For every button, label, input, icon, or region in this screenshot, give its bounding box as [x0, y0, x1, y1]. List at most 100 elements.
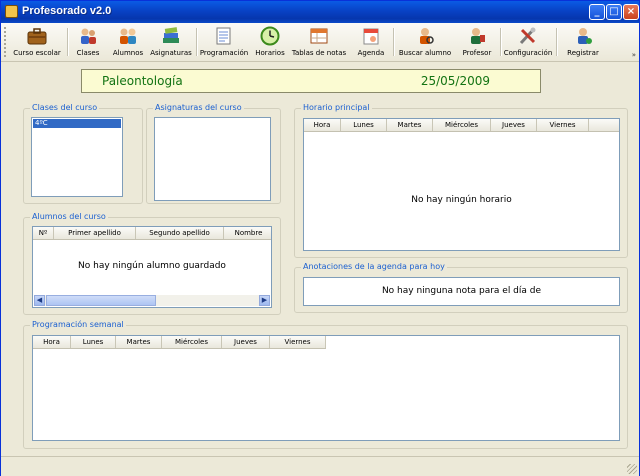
toolbar-label: Agenda — [357, 49, 385, 57]
toolbar-clases-button[interactable]: Clases — [71, 24, 105, 60]
status-bar — [1, 456, 639, 476]
toolbar-label: Horarios — [255, 49, 285, 57]
programacion-col-jueves[interactable]: Jueves — [222, 336, 270, 348]
programacion-col-viernes[interactable]: Viernes — [270, 336, 326, 348]
alumnos-horizontal-scrollbar[interactable]: ◀ ▶ — [34, 295, 270, 306]
toolbar-curso-escolar-button[interactable]: Curso escolar — [11, 24, 63, 60]
toolbar-label: Programación — [199, 49, 249, 57]
toolbar-grip[interactable] — [4, 27, 9, 57]
asignaturas-list[interactable] — [154, 117, 271, 201]
toolbar-buscar-alumno-button[interactable]: Buscar alumno — [397, 24, 453, 60]
toolbar-profesor-button[interactable]: Profesor — [457, 24, 497, 60]
maximize-button[interactable]: □ — [606, 4, 622, 20]
window-title: Profesorado v2.0 — [22, 5, 112, 17]
horario-col-viernes[interactable]: Viernes — [537, 119, 589, 131]
programacion-col-lunes[interactable]: Lunes — [71, 336, 116, 348]
toolbar-label: Registrar — [567, 49, 599, 57]
toolbar-programacion-button[interactable]: Programación — [199, 24, 249, 60]
toolbar-separator — [556, 28, 558, 56]
horario-col-martes[interactable]: Martes — [387, 119, 433, 131]
toolbar-separator — [67, 28, 69, 56]
resize-grip[interactable] — [627, 464, 637, 474]
minimize-button[interactable]: _ — [589, 4, 605, 20]
programacion-table[interactable]: Hora Lunes Martes Miércoles Jueves Viern… — [32, 335, 620, 441]
scroll-right-arrow-icon[interactable]: ▶ — [259, 295, 270, 306]
toolbar-label: Tablas de notas — [291, 49, 347, 57]
toolbar-horarios-button[interactable]: Horarios — [253, 24, 287, 60]
clases-group: Clases del curso 4ºC — [23, 103, 143, 204]
search-student-icon — [420, 28, 434, 44]
horario-col-jueves[interactable]: Jueves — [491, 119, 537, 131]
toolbar-agenda-button[interactable]: Agenda — [353, 24, 389, 60]
toolbar-alumnos-button[interactable]: Alumnos — [109, 24, 147, 60]
alumnos-col-nombre[interactable]: Nombre — [224, 227, 271, 239]
students-icon — [120, 28, 136, 44]
toolbar-overflow-chevron[interactable]: » — [632, 51, 636, 59]
alumnos-col-primer-apellido[interactable]: Primer apellido — [54, 227, 136, 239]
toolbar-configuracion-button[interactable]: Configuración — [503, 24, 553, 60]
programacion-table-header: Hora Lunes Martes Miércoles Jueves Viern… — [33, 336, 326, 349]
toolbar-label: Alumnos — [112, 49, 144, 57]
clase-list-item[interactable]: 4ºC — [33, 119, 121, 128]
alumnos-col-segundo-apellido[interactable]: Segundo apellido — [136, 227, 224, 239]
horario-group: Horario principal Hora Lunes Martes Miér… — [294, 103, 628, 258]
asignaturas-group: Asignaturas del curso — [146, 103, 281, 204]
toolbar-label: Curso escolar — [13, 49, 61, 57]
scroll-left-arrow-icon[interactable]: ◀ — [34, 295, 45, 306]
toolbar-tablas-de-notas-button[interactable]: Tablas de notas — [291, 24, 347, 60]
clases-legend: Clases del curso — [30, 103, 100, 112]
main-toolbar: Curso escolar Clases Alumnos Asignaturas… — [1, 23, 639, 62]
clases-list[interactable]: 4ºC — [31, 117, 123, 197]
scroll-thumb[interactable] — [46, 295, 156, 306]
briefcase-icon — [27, 28, 47, 45]
grades-table-icon — [310, 28, 328, 44]
clock-icon — [260, 26, 280, 46]
class-group-icon — [81, 28, 96, 44]
horario-col-lunes[interactable]: Lunes — [341, 119, 387, 131]
horario-col-hora[interactable]: Hora — [304, 119, 341, 131]
alumnos-legend: Alumnos del curso — [30, 212, 108, 221]
title-bar[interactable]: Profesorado v2.0 _ □ × — [1, 1, 639, 23]
subject-name: Paleontología — [102, 74, 183, 88]
subject-date-banner: Paleontología 25/05/2009 — [81, 69, 541, 93]
asignaturas-legend: Asignaturas del curso — [153, 103, 244, 112]
register-user-icon — [578, 28, 592, 44]
teacher-icon — [471, 28, 485, 44]
app-icon — [5, 5, 18, 18]
tools-icon — [519, 27, 536, 45]
alumnos-col-numero[interactable]: Nº — [33, 227, 54, 239]
toolbar-label: Clases — [76, 49, 100, 57]
toolbar-label: Configuración — [503, 49, 553, 57]
programacion-col-miercoles[interactable]: Miércoles — [162, 336, 222, 348]
alumnos-empty-message: No hay ningún alumno guardado — [78, 261, 226, 271]
alumnos-table-header: Nº Primer apellido Segundo apellido Nomb… — [33, 227, 271, 240]
agenda-notes-box[interactable]: No hay ninguna nota para el día de — [303, 277, 620, 306]
agenda-group: Anotaciones de la agenda para hoy No hay… — [294, 262, 628, 313]
books-icon — [163, 27, 179, 43]
programacion-col-hora[interactable]: Hora — [33, 336, 71, 348]
toolbar-label: Asignaturas — [150, 49, 192, 57]
alumnos-group: Alumnos del curso Nº Primer apellido Seg… — [23, 212, 281, 315]
toolbar-separator — [393, 28, 395, 56]
programming-doc-icon — [216, 27, 231, 45]
horario-empty-message: No hay ningún horario — [411, 195, 512, 205]
toolbar-asignaturas-button[interactable]: Asignaturas — [149, 24, 193, 60]
programacion-col-martes[interactable]: Martes — [116, 336, 162, 348]
alumnos-table[interactable]: Nº Primer apellido Segundo apellido Nomb… — [32, 226, 272, 308]
calendar-icon — [363, 28, 379, 45]
agenda-empty-message: No hay ninguna nota para el día de — [381, 286, 542, 296]
toolbar-label: Profesor — [462, 49, 492, 57]
toolbar-label: Buscar alumno — [398, 49, 452, 57]
close-button[interactable]: × — [623, 4, 639, 20]
horario-col-miercoles[interactable]: Miércoles — [433, 119, 491, 131]
toolbar-separator — [196, 28, 198, 56]
horario-table[interactable]: Hora Lunes Martes Miércoles Jueves Viern… — [303, 118, 620, 251]
toolbar-registrar-button[interactable]: Registrar — [563, 24, 603, 60]
programacion-legend: Programación semanal — [30, 320, 126, 329]
app-window: Profesorado v2.0 _ □ × Curso escolar Cla… — [0, 0, 640, 476]
toolbar-separator — [500, 28, 502, 56]
horario-legend: Horario principal — [301, 103, 372, 112]
horario-table-header: Hora Lunes Martes Miércoles Jueves Viern… — [304, 119, 619, 132]
current-date: 25/05/2009 — [420, 74, 490, 88]
agenda-legend: Anotaciones de la agenda para hoy — [301, 262, 447, 271]
